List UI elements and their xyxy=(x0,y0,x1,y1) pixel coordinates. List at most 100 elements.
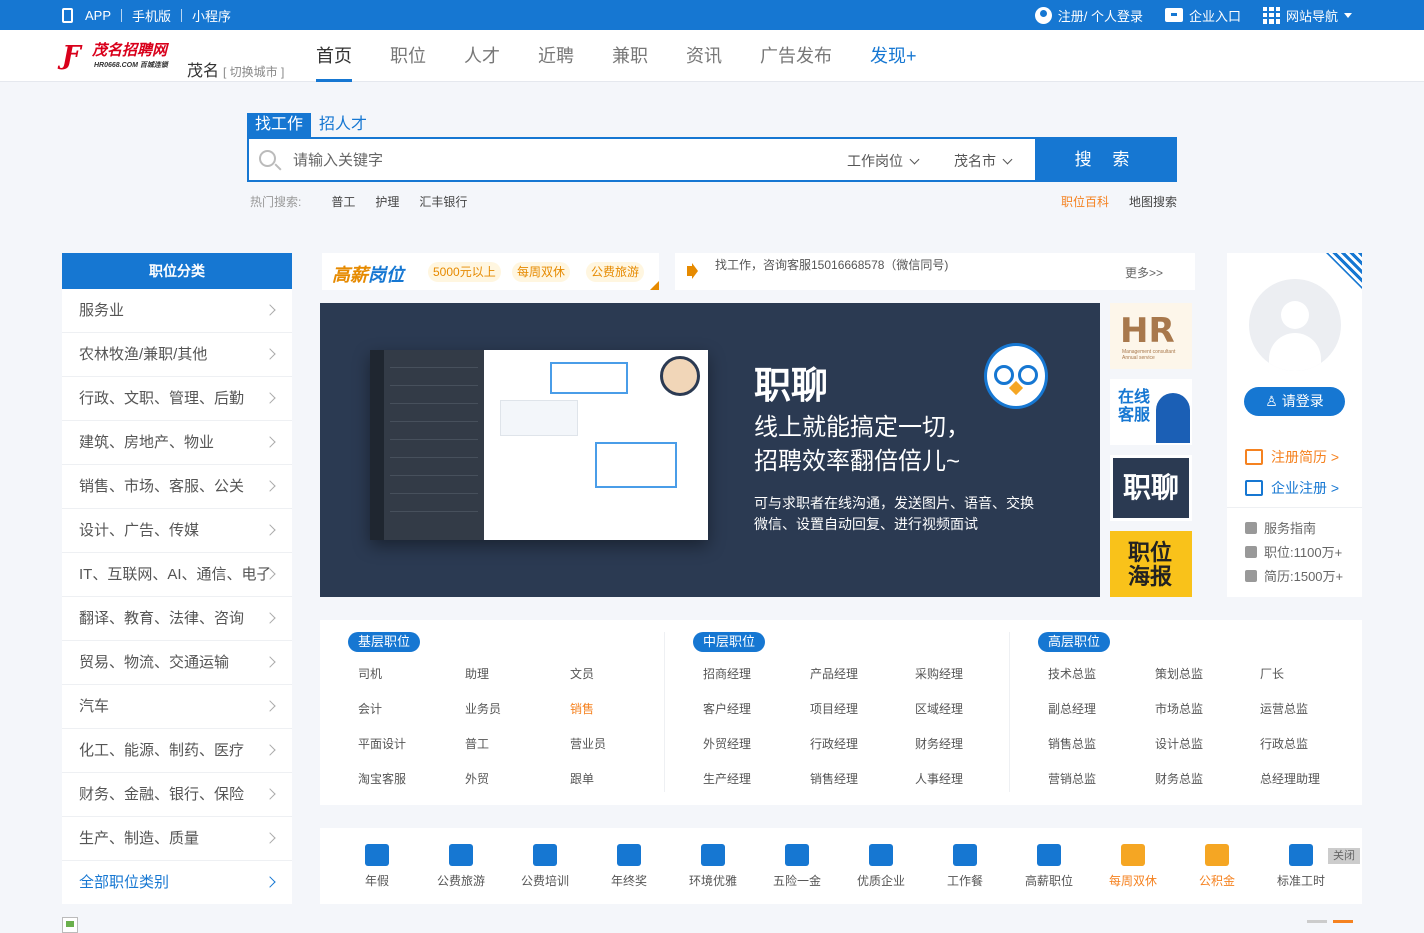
nav-home[interactable]: 首页 xyxy=(298,30,370,82)
hot-search-item[interactable]: 普工 xyxy=(331,193,355,210)
job-link[interactable]: 采购经理 xyxy=(915,665,963,682)
app-link[interactable]: APP xyxy=(85,8,111,23)
job-link[interactable]: 助理 xyxy=(465,665,489,682)
category-item[interactable]: 汽车 xyxy=(62,685,292,729)
mini-program-link[interactable]: 小程序 xyxy=(192,6,231,25)
job-link[interactable]: 行政总监 xyxy=(1260,735,1308,752)
search-input[interactable] xyxy=(293,147,813,173)
job-link[interactable]: 外贸经理 xyxy=(703,735,751,752)
job-link[interactable]: 副总经理 xyxy=(1048,700,1096,717)
job-link[interactable]: 人事经理 xyxy=(915,770,963,787)
benefit-item[interactable]: 高薪职位 xyxy=(1007,844,1091,889)
category-item[interactable]: 行政、文职、管理、后勤 xyxy=(62,377,292,421)
job-link[interactable]: 外贸 xyxy=(465,770,489,787)
job-link[interactable]: 平面设计 xyxy=(358,735,406,752)
promo-pill[interactable]: 每周双休 xyxy=(512,262,571,282)
map-search-link[interactable]: 地图搜索 xyxy=(1129,193,1177,210)
promo-pill[interactable]: 5000元以上 xyxy=(428,262,501,282)
qr-code-icon[interactable] xyxy=(1326,253,1362,289)
tab-find-talent[interactable]: 招人才 xyxy=(311,113,375,137)
nav-ads[interactable]: 广告发布 xyxy=(742,30,850,82)
nav-discover[interactable]: 发现+ xyxy=(852,30,935,82)
category-item[interactable]: 销售、市场、客服、公关 xyxy=(62,465,292,509)
benefit-item[interactable]: 年终奖 xyxy=(587,844,671,889)
category-item[interactable]: 贸易、物流、交通运输 xyxy=(62,641,292,685)
job-poster-tile[interactable]: 职位 海报 xyxy=(1110,531,1192,597)
city-select[interactable]: 茂名市 xyxy=(954,151,1013,171)
category-item[interactable]: 农林牧渔/兼职/其他 xyxy=(62,333,292,377)
job-link[interactable]: 技术总监 xyxy=(1048,665,1096,682)
high-salary-promo[interactable]: 高薪岗位 5000元以上 每周双休 公费旅游 xyxy=(322,253,659,290)
job-link[interactable]: 司机 xyxy=(358,665,382,682)
hot-search-item[interactable]: 护理 xyxy=(375,193,399,210)
job-link[interactable]: 营销总监 xyxy=(1048,770,1096,787)
job-link[interactable]: 项目经理 xyxy=(810,700,858,717)
promo-pill[interactable]: 公费旅游 xyxy=(586,262,645,282)
job-link[interactable]: 厂长 xyxy=(1260,665,1284,682)
carousel-dot[interactable] xyxy=(1307,920,1327,923)
category-item[interactable]: 化工、能源、制药、医疗 xyxy=(62,729,292,773)
hot-search-item[interactable]: 汇丰银行 xyxy=(419,193,467,210)
job-link[interactable]: 普工 xyxy=(465,735,489,752)
nav-jobs[interactable]: 职位 xyxy=(372,30,444,82)
search-button[interactable]: 搜 索 xyxy=(1035,137,1177,182)
category-item[interactable]: 服务业 xyxy=(62,289,292,333)
online-service-tile[interactable]: 在线 客服 xyxy=(1110,379,1192,445)
job-link[interactable]: 销售总监 xyxy=(1048,735,1096,752)
register-resume-link[interactable]: 注册简历 > xyxy=(1245,447,1339,467)
position-select[interactable]: 工作岗位 xyxy=(847,151,920,171)
benefit-item[interactable]: 公费旅游 xyxy=(419,844,503,889)
benefit-item[interactable]: 五险一金 xyxy=(755,844,839,889)
job-link[interactable]: 客户经理 xyxy=(703,700,751,717)
hr-service-tile[interactable]: HR Management consultant Annual service xyxy=(1110,303,1192,369)
job-link[interactable]: 总经理助理 xyxy=(1260,770,1320,787)
category-item[interactable]: 建筑、房地产、物业 xyxy=(62,421,292,465)
category-item[interactable]: IT、互联网、AI、通信、电子 xyxy=(62,553,292,597)
company-register-link[interactable]: 企业注册 > xyxy=(1245,478,1339,498)
benefit-item[interactable]: 环境优雅 xyxy=(671,844,755,889)
job-link[interactable]: 行政经理 xyxy=(810,735,858,752)
benefit-item[interactable]: 公费培训 xyxy=(503,844,587,889)
job-link[interactable]: 区域经理 xyxy=(915,700,963,717)
job-link[interactable]: 会计 xyxy=(358,700,382,717)
site-logo[interactable]: Ƒ 茂名招聘网 HR0668.COM 百城连锁 xyxy=(62,41,180,71)
job-link[interactable]: 文员 xyxy=(570,665,594,682)
category-item[interactable]: 财务、金融、银行、保险 xyxy=(62,773,292,817)
job-link[interactable]: 财务经理 xyxy=(915,735,963,752)
job-link[interactable]: 销售经理 xyxy=(810,770,858,787)
login-button[interactable]: ♙ 请登录 xyxy=(1244,387,1345,416)
nav-news[interactable]: 资讯 xyxy=(668,30,740,82)
category-item[interactable]: 翻译、教育、法律、咨询 xyxy=(62,597,292,641)
all-categories-link[interactable]: 全部职位类别 xyxy=(62,861,292,905)
chat-tile[interactable]: 职聊 xyxy=(1110,455,1192,521)
job-link[interactable]: 产品经理 xyxy=(810,665,858,682)
benefit-item[interactable]: 公积金 xyxy=(1175,844,1259,889)
job-link[interactable]: 市场总监 xyxy=(1155,700,1203,717)
job-link[interactable]: 营业员 xyxy=(570,735,606,752)
category-item[interactable]: 设计、广告、传媒 xyxy=(62,509,292,553)
site-nav-dropdown[interactable]: 网站导航 xyxy=(1262,6,1352,25)
benefit-item[interactable]: 工作餐 xyxy=(923,844,1007,889)
job-link[interactable]: 设计总监 xyxy=(1155,735,1203,752)
job-link[interactable]: 销售 xyxy=(570,700,594,717)
login-link[interactable]: 注册/ 个人登录 xyxy=(1034,6,1143,25)
job-link[interactable]: 财务总监 xyxy=(1155,770,1203,787)
carousel-dot-active[interactable] xyxy=(1333,920,1353,923)
benefit-item[interactable]: 标准工时 xyxy=(1259,844,1343,889)
benefit-item[interactable]: 优质企业 xyxy=(839,844,923,889)
nav-parttime[interactable]: 兼职 xyxy=(594,30,666,82)
job-link[interactable]: 招商经理 xyxy=(703,665,751,682)
tab-find-job[interactable]: 找工作 xyxy=(247,113,312,137)
job-wiki-link[interactable]: 职位百科 xyxy=(1061,193,1109,210)
company-entry-link[interactable]: 企业入口 xyxy=(1164,6,1241,25)
job-link[interactable]: 生产经理 xyxy=(703,770,751,787)
main-banner[interactable]: 职聊 线上就能搞定一切， 招聘效率翻倍倍儿~ 可与求职者在线沟通，发送图片、语音… xyxy=(320,303,1100,597)
category-item[interactable]: 生产、制造、质量 xyxy=(62,817,292,861)
service-guide-link[interactable]: 服务指南 xyxy=(1245,518,1316,537)
job-link[interactable]: 业务员 xyxy=(465,700,501,717)
benefit-item[interactable]: 年假 xyxy=(335,844,419,889)
job-link[interactable]: 运营总监 xyxy=(1260,700,1308,717)
benefit-item[interactable]: 每周双休 xyxy=(1091,844,1175,889)
nav-talent[interactable]: 人才 xyxy=(446,30,518,82)
mobile-link[interactable]: 手机版 xyxy=(132,6,171,25)
